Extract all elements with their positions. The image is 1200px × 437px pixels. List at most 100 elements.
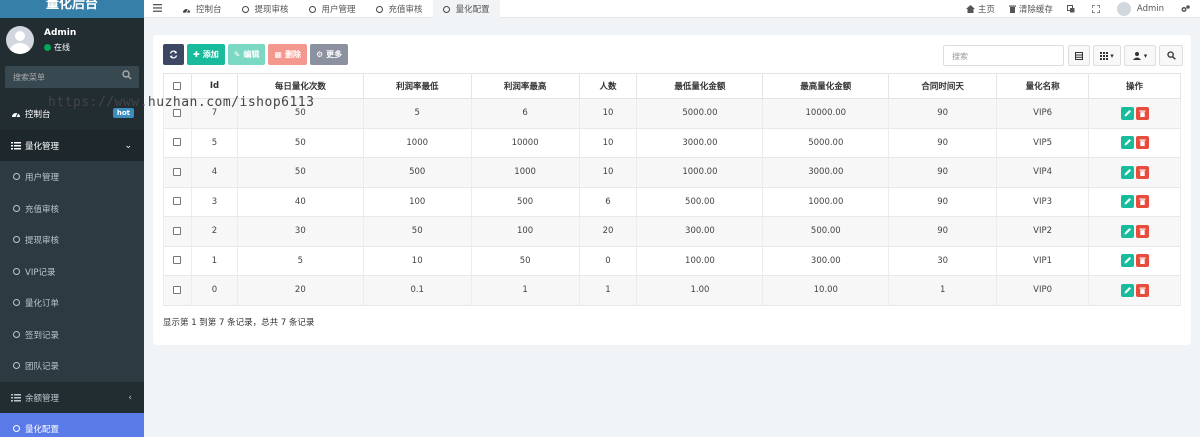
sidebar-item-balance-management[interactable]: 余额管理 ‹ (0, 382, 144, 414)
table-cell: 30 (888, 245, 998, 276)
circle-icon (13, 330, 20, 338)
row-select-cell[interactable] (163, 127, 192, 158)
toggle-view-button[interactable] (1068, 45, 1090, 66)
row-actions (1088, 127, 1181, 158)
table-cell: 10.00 (762, 275, 890, 306)
delete-row-button[interactable] (1135, 165, 1149, 179)
pencil-icon: ✎ (233, 50, 241, 59)
sidebar-item-label: 提现审核 (25, 236, 60, 246)
table-row[interactable]: 1 5 10 50 0 100.00 300.00 30 VIP1 (163, 245, 1181, 276)
online-dot-icon (44, 44, 51, 51)
delete-button[interactable]: ▦ 删除 (268, 44, 307, 65)
sidebar-item-quant-config[interactable]: 量化配置 (0, 413, 144, 437)
row-checkbox[interactable] (173, 226, 182, 235)
row-actions (1088, 275, 1181, 306)
edit-row-button[interactable] (1120, 165, 1134, 179)
row-checkbox[interactable] (173, 256, 182, 265)
advanced-search-button[interactable] (1159, 45, 1183, 66)
row-select-cell[interactable] (163, 157, 192, 188)
column-header[interactable]: 最低量化金额 (636, 73, 764, 99)
add-button[interactable]: ✚ 添加 (187, 44, 225, 65)
edit-row-button[interactable] (1120, 106, 1134, 120)
select-all-checkbox[interactable] (173, 81, 182, 90)
table-cell: 90 (888, 157, 998, 188)
app-logo[interactable]: 量化后台 (0, 0, 144, 18)
sidebar: 量化后台 Admin 在线 搜索菜单 控制台 hot 量化管理 ⌄ 用户管理 充… (0, 0, 144, 437)
tab-user-management[interactable]: 用户管理 (299, 0, 366, 18)
more-label: 更多 (326, 50, 343, 59)
delete-row-button[interactable] (1135, 136, 1149, 150)
user-menu[interactable]: Admin (1110, 2, 1174, 16)
delete-row-button[interactable] (1135, 224, 1149, 238)
row-select-cell[interactable] (163, 216, 192, 247)
sidebar-item-checkin-records[interactable]: 签到记录 (0, 319, 144, 351)
table-row[interactable]: 0 20 0.1 1 1 1.00 10.00 1 VIP0 (163, 275, 1181, 306)
submenu: 用户管理 充值审核 提现审核 VIP记录 量化订单 签到记录 团队记录 (0, 161, 144, 382)
clear-cache-button[interactable]: 清除缓存 (1002, 3, 1060, 15)
home-link[interactable]: 主页 (959, 3, 1002, 15)
sidebar-item-recharge-review[interactable]: 充值审核 (0, 193, 144, 225)
edit-row-button[interactable] (1120, 283, 1134, 297)
sidebar-item-user-management[interactable]: 用户管理 (0, 161, 144, 193)
table-row[interactable]: 3 40 100 500 6 500.00 1000.00 90 VIP3 (163, 186, 1181, 217)
edit-row-button[interactable] (1120, 136, 1134, 150)
table-cell: VIP6 (996, 98, 1090, 129)
more-button[interactable]: ⚙ 更多 (309, 44, 349, 65)
row-select-cell[interactable] (163, 275, 192, 306)
tab-label: 用户管理 (321, 5, 356, 15)
table-row[interactable]: 2 30 50 100 20 300.00 500.00 90 VIP2 (163, 216, 1181, 247)
row-select-cell[interactable] (163, 186, 192, 217)
language-button[interactable] (1060, 5, 1085, 13)
sidebar-item-quant-orders[interactable]: 量化订单 (0, 287, 144, 319)
search-icon[interactable] (121, 69, 133, 81)
column-header[interactable]: 量化名称 (996, 73, 1090, 99)
sidebar-search[interactable]: 搜索菜单 (5, 66, 139, 88)
sidebar-item-team-records[interactable]: 团队记录 (0, 350, 144, 382)
table-cell: 4 (190, 157, 238, 188)
settings-button[interactable] (1174, 5, 1200, 13)
sidebar-item-label: 签到记录 (25, 330, 60, 341)
delete-row-button[interactable] (1135, 283, 1149, 297)
refresh-button[interactable] (163, 44, 184, 65)
edit-row-button[interactable] (1120, 224, 1134, 238)
table-row[interactable]: 5 50 1000 10000 10 3000.00 5000.00 90 VIP5 (163, 127, 1181, 158)
trash-icon (1139, 110, 1146, 117)
delete-row-button[interactable] (1135, 106, 1149, 120)
table-search-input[interactable]: 搜索 (943, 45, 1064, 66)
table-row[interactable]: 7 50 5 6 10 5000.00 10000.00 90 VIP6 (163, 98, 1181, 129)
row-checkbox[interactable] (173, 197, 182, 206)
row-checkbox[interactable] (173, 167, 182, 176)
watermark-text: https://www.huzhan.com/ishop6113 (48, 95, 315, 110)
delete-row-button[interactable] (1135, 195, 1149, 209)
edit-row-button[interactable] (1120, 195, 1134, 209)
tab-dashboard[interactable]: 控制台 (172, 0, 232, 18)
circle-icon (13, 236, 20, 243)
column-header[interactable]: 合同时间天 (888, 73, 998, 99)
table-row[interactable]: 4 50 500 1000 10 1000.00 3000.00 90 VIP4 (163, 157, 1181, 188)
edit-row-button[interactable] (1120, 254, 1134, 268)
tab-quant-config[interactable]: 量化配置 (432, 0, 500, 18)
table-cell: 3000.00 (636, 127, 764, 158)
delete-row-button[interactable] (1135, 254, 1149, 268)
menu-toggle-icon[interactable] (153, 4, 162, 12)
sidebar-item-withdraw-review[interactable]: 提现审核 (0, 224, 144, 256)
sidebar-search-input[interactable]: 搜索菜单 (13, 72, 45, 83)
column-header[interactable]: 人数 (578, 73, 638, 99)
tab-withdraw-review[interactable]: 提现审核 (232, 0, 299, 18)
row-select-cell[interactable] (163, 245, 192, 276)
edit-button[interactable]: ✎ 编辑 (227, 44, 266, 65)
fullscreen-button[interactable] (1085, 5, 1110, 13)
row-checkbox[interactable] (173, 138, 182, 147)
sidebar-item-quant-management[interactable]: 量化管理 ⌄ (0, 129, 144, 161)
table-cell: 3000.00 (762, 157, 890, 188)
circle-icon (13, 204, 20, 212)
sidebar-item-vip-records[interactable]: VIP记录 (0, 256, 144, 288)
export-button[interactable]: ▾ (1124, 45, 1156, 66)
column-header[interactable]: 最高量化金额 (762, 73, 890, 99)
tab-recharge-review[interactable]: 充值审核 (366, 0, 433, 18)
row-checkbox[interactable] (173, 285, 182, 294)
sidebar-item-label: 余额管理 (25, 393, 60, 404)
columns-button[interactable]: ▾ (1093, 45, 1121, 66)
column-header[interactable]: 利润率最高 (470, 73, 580, 99)
column-header[interactable]: 利润率最低 (362, 73, 472, 99)
